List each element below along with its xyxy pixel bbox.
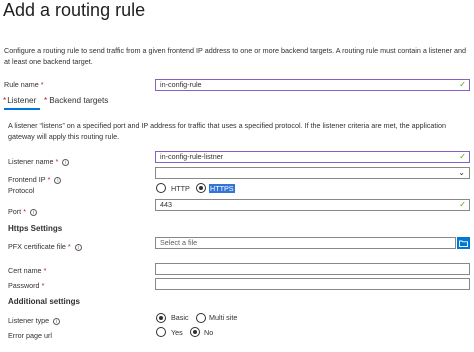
error-page-label: Error page url bbox=[8, 331, 52, 340]
listener-description: A listener “listens” on a specified port… bbox=[8, 121, 446, 141]
listener-type-basic-radio[interactable] bbox=[156, 313, 166, 323]
frontend-ip-select[interactable]: ⌄ bbox=[155, 167, 470, 179]
rule-name-label: Rule name * bbox=[4, 80, 44, 89]
cert-name-input[interactable] bbox=[155, 263, 470, 275]
listener-type-multisite-label[interactable]: Multi site bbox=[209, 313, 237, 323]
info-icon: i bbox=[74, 243, 82, 251]
valid-check-icon: ✓ bbox=[459, 152, 466, 161]
additional-settings-heading: Additional settings bbox=[8, 297, 80, 306]
pfx-certificate-input[interactable]: Select a file bbox=[155, 237, 456, 249]
protocol-http-label[interactable]: HTTP bbox=[171, 184, 190, 194]
protocol-https-radio[interactable] bbox=[196, 183, 206, 193]
port-label: Port * i bbox=[8, 207, 37, 217]
tab-backend-targets[interactable]: * Backend targets bbox=[44, 96, 108, 105]
protocol-https-label[interactable]: HTTPS bbox=[209, 184, 235, 194]
valid-check-icon: ✓ bbox=[459, 200, 466, 209]
chevron-down-icon: ⌄ bbox=[458, 168, 465, 177]
https-settings-heading: Https Settings bbox=[8, 224, 63, 233]
listener-name-label: Listener name * i bbox=[8, 157, 70, 167]
error-page-yes-radio[interactable] bbox=[156, 327, 166, 337]
active-tab-indicator bbox=[4, 108, 40, 110]
page-title: Add a routing rule bbox=[3, 0, 146, 20]
protocol-label: Protocol bbox=[8, 186, 35, 195]
valid-check-icon: ✓ bbox=[459, 80, 466, 89]
info-icon: i bbox=[30, 208, 37, 216]
error-page-yes-label[interactable]: Yes bbox=[171, 328, 183, 338]
tab-listener[interactable]: *Listener bbox=[3, 96, 36, 105]
listener-type-basic-label[interactable]: Basic bbox=[171, 313, 189, 323]
frontend-ip-label: Frontend IP * i bbox=[8, 175, 62, 185]
port-input[interactable]: 443 ✓ bbox=[155, 199, 470, 211]
info-icon: i bbox=[62, 158, 70, 166]
protocol-http-radio[interactable] bbox=[156, 183, 166, 193]
rule-name-input[interactable]: in-config-rule ✓ bbox=[155, 79, 470, 91]
listener-type-label: Listener type i bbox=[8, 316, 61, 326]
listener-name-input[interactable]: in-config-rule-listner ✓ bbox=[155, 151, 470, 163]
page-description: Configure a routing rule to send traffic… bbox=[4, 46, 466, 66]
pfx-certificate-label: PFX certificate file * i bbox=[8, 242, 82, 252]
folder-icon bbox=[459, 240, 468, 247]
error-page-no-radio[interactable] bbox=[190, 327, 200, 337]
info-icon: i bbox=[53, 317, 61, 325]
cert-name-label: Cert name * bbox=[8, 266, 47, 275]
browse-file-button[interactable] bbox=[457, 237, 470, 249]
password-label: Password * bbox=[8, 281, 45, 290]
listener-type-multisite-radio[interactable] bbox=[196, 313, 206, 323]
info-icon: i bbox=[54, 176, 62, 184]
password-input[interactable] bbox=[155, 278, 470, 290]
error-page-no-label[interactable]: No bbox=[204, 328, 213, 338]
